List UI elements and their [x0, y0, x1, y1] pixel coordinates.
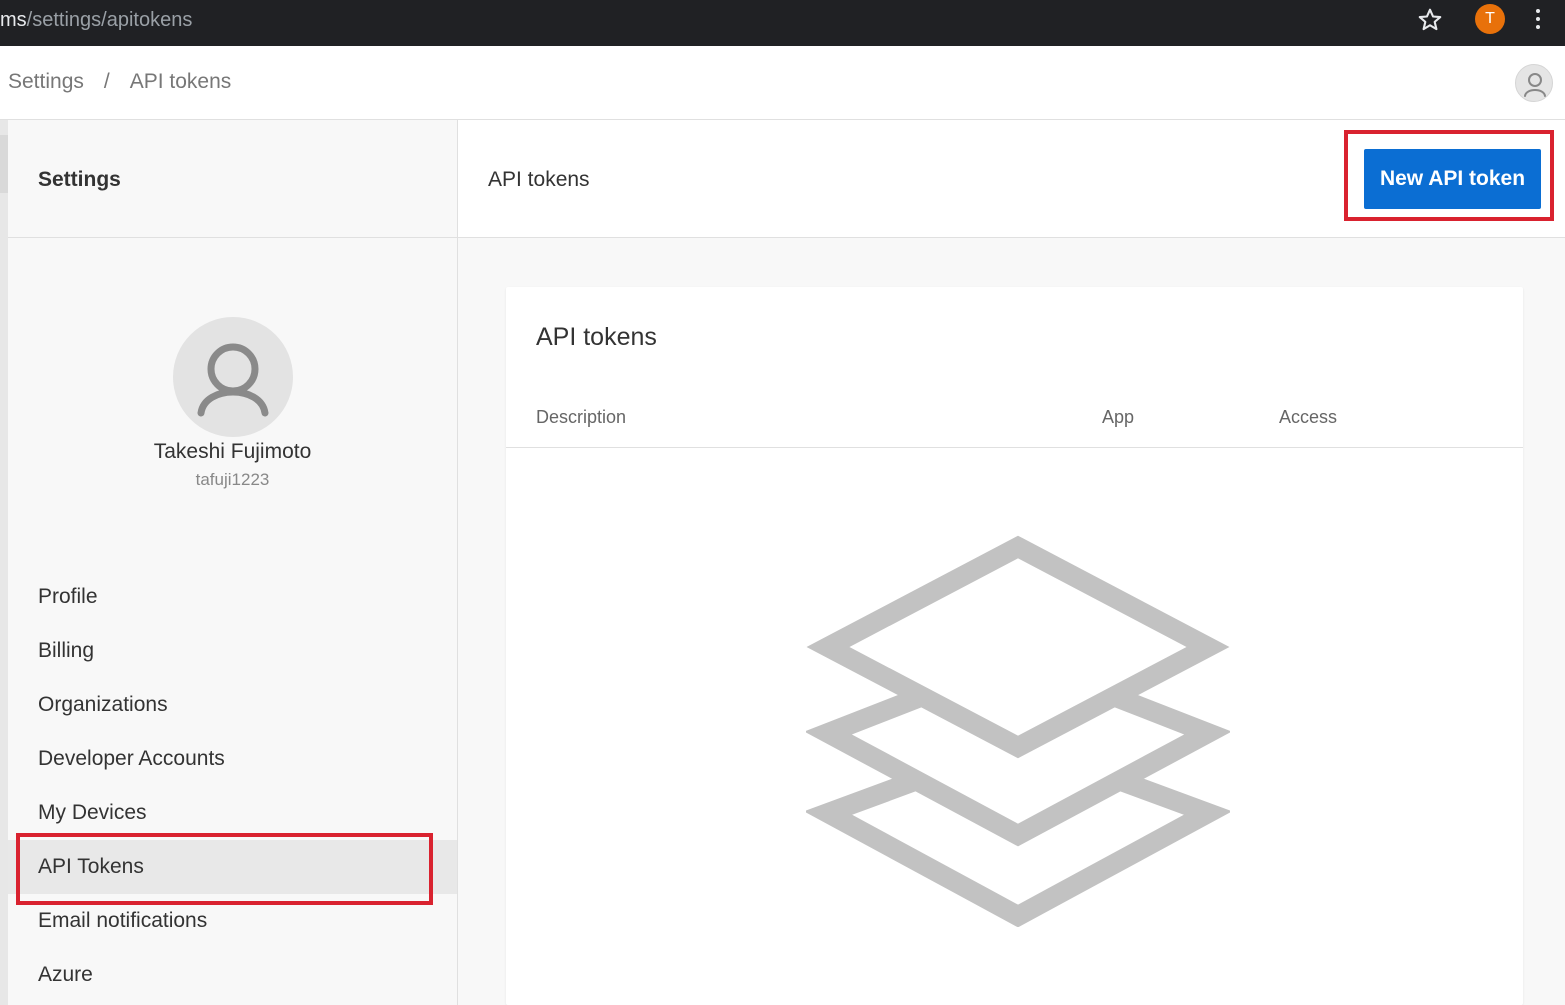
annotation-highlight-api-tokens — [16, 833, 433, 905]
settings-nav: Profile Billing Organizations Developer … — [8, 570, 457, 1002]
breadcrumb-api-tokens: API tokens — [129, 70, 232, 93]
card-title: API tokens — [536, 323, 657, 351]
account-avatar-icon[interactable] — [1515, 64, 1553, 102]
nav-item-profile[interactable]: Profile — [8, 570, 457, 624]
app-header: Settings / API tokens — [0, 46, 1565, 120]
nav-item-organizations[interactable]: Organizations — [8, 678, 457, 732]
nav-item-billing[interactable]: Billing — [8, 624, 457, 678]
url-host: ms — [0, 9, 27, 31]
address-bar[interactable]: ms/settings/apitokens — [0, 6, 192, 34]
browser-toolbar: ms/settings/apitokens T — [0, 0, 1565, 46]
user-display-name: Takeshi Fujimoto — [153, 440, 312, 463]
table-header: Description App Access — [506, 397, 1523, 448]
nav-item-developer-accounts[interactable]: Developer Accounts — [8, 732, 457, 786]
column-header-description: Description — [536, 407, 627, 427]
left-gutter — [0, 120, 8, 1005]
nav-item-my-devices[interactable]: My Devices — [8, 786, 457, 840]
annotation-highlight-new-token — [1344, 130, 1554, 221]
column-header-app: App — [1102, 407, 1135, 427]
bookmark-star-icon[interactable] — [1416, 6, 1444, 34]
empty-state-layers-icon — [806, 535, 1230, 927]
gutter-indicator — [0, 135, 8, 193]
nav-item-azure[interactable]: Azure — [8, 948, 457, 1002]
main-content: API tokens New API token API tokens Desc… — [458, 120, 1565, 1005]
url-path: /settings/apitokens — [26, 9, 193, 31]
page-title: API tokens — [488, 168, 590, 191]
breadcrumb-settings[interactable]: Settings — [8, 70, 84, 94]
api-tokens-card: API tokens Description App Access — [506, 287, 1523, 1005]
browser-menu-icon[interactable] — [1528, 7, 1548, 33]
sidebar-header: Settings — [8, 120, 457, 238]
browser-profile-avatar[interactable]: T — [1475, 4, 1505, 34]
breadcrumb: Settings / API tokens — [8, 70, 231, 94]
user-avatar-icon — [173, 317, 293, 437]
column-header-access: Access — [1279, 407, 1338, 427]
sidebar-title: Settings — [38, 168, 121, 191]
user-handle: tafuji1223 — [195, 470, 270, 489]
breadcrumb-separator: / — [103, 70, 110, 93]
